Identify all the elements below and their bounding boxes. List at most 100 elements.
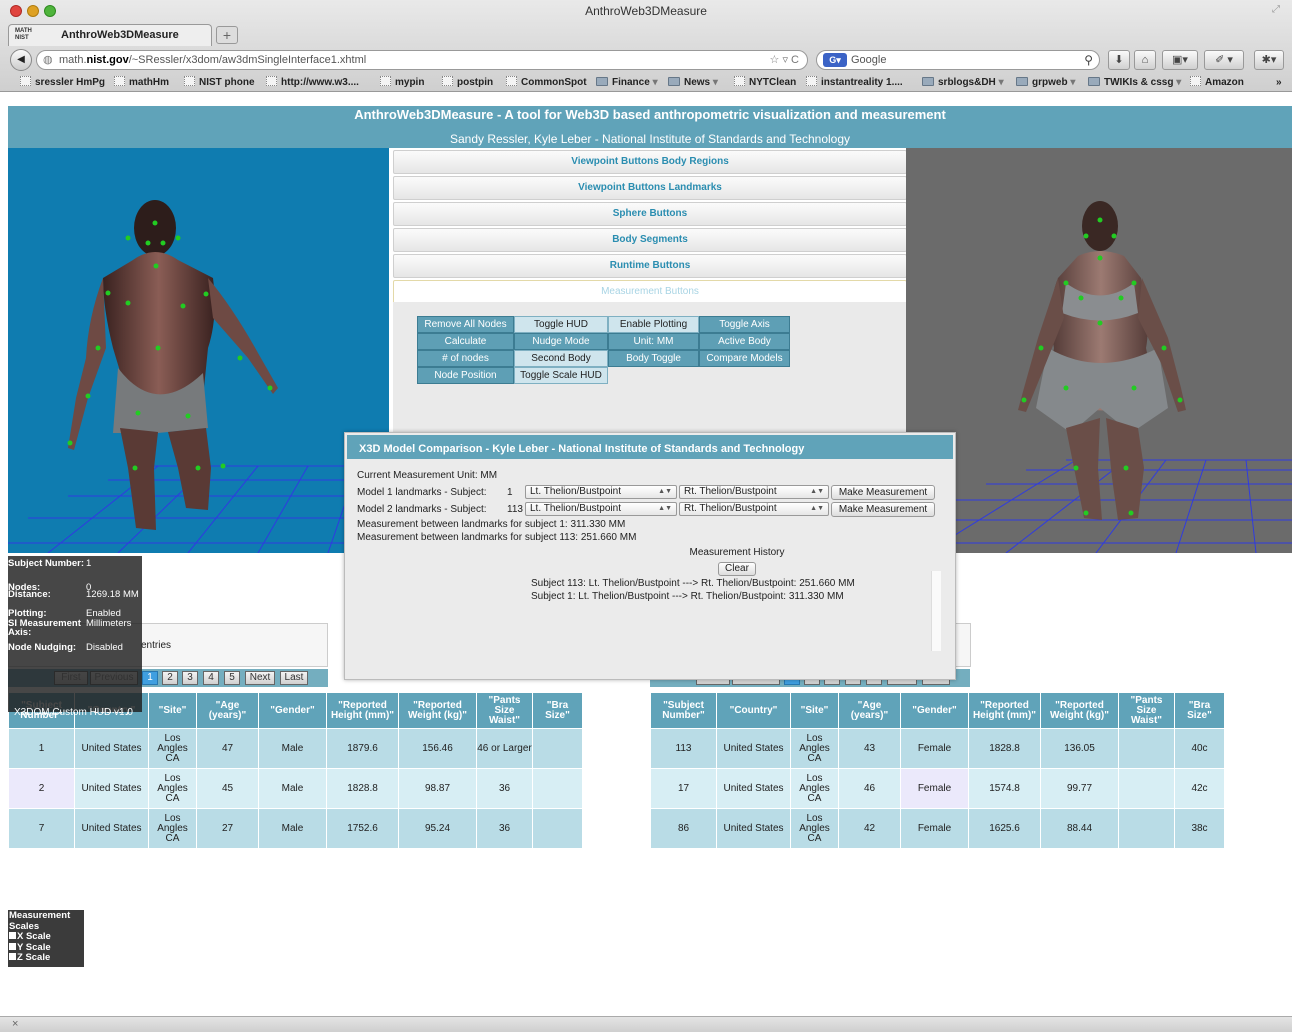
column-header[interactable]: "Reported Weight (kg)" <box>1040 692 1119 729</box>
column-header[interactable]: "Country" <box>716 692 791 729</box>
back-button[interactable]: ◀ <box>10 49 32 71</box>
toggle-axis-button[interactable]: Toggle Axis <box>699 316 790 333</box>
table-row[interactable]: 7 United States Los Angles CA 27 Male 1752.6 9… <box>8 808 583 849</box>
x3d-viewport-left[interactable] <box>8 148 389 553</box>
bookmark-7[interactable]: Finance ▾ <box>596 76 658 90</box>
y-scale-checkbox[interactable] <box>9 942 16 950</box>
model2-left-landmark-select[interactable]: Lt. Thelion/Bustpoint ▲▼ <box>525 502 677 516</box>
page-5-button[interactable]: 5 <box>224 671 240 685</box>
page-1-button[interactable]: 1 <box>142 671 158 685</box>
page-2-button[interactable]: 2 <box>162 671 178 685</box>
column-header[interactable]: "Reported Weight (kg)" <box>398 692 477 729</box>
download-button[interactable]: ⬇ <box>1108 50 1130 70</box>
column-header[interactable]: "Site" <box>148 692 197 729</box>
column-header[interactable]: "Age (years)" <box>196 692 259 729</box>
body-toggle-button[interactable]: Body Toggle <box>608 350 699 367</box>
hud-value: Millimeters <box>86 618 132 629</box>
clear-history-button[interactable]: Clear <box>718 562 756 576</box>
z-scale-option[interactable]: Z Scale <box>9 952 84 964</box>
bookmark-0[interactable]: sressler HmPg <box>20 76 105 90</box>
column-header[interactable]: "Reported Height (mm)" <box>968 692 1041 729</box>
enable-plotting-button[interactable]: Enable Plotting <box>608 316 699 333</box>
toggle-scale-hud-button[interactable]: Toggle Scale HUD <box>514 367 608 384</box>
bookmark-9[interactable]: NYTClean <box>734 76 796 90</box>
bookmark-star-icon[interactable]: ☆ <box>770 54 780 66</box>
page-4-button[interactable]: 4 <box>203 671 219 685</box>
remove-all-nodes-button[interactable]: Remove All Nodes <box>417 316 514 333</box>
url-bar[interactable]: ◍ math.nist.gov/~SRessler/x3dom/aw3dmSin… <box>36 50 808 70</box>
bookmark-11[interactable]: srblogs&DH ▾ <box>922 76 1004 90</box>
model1-left-landmark-select[interactable]: Lt. Thelion/Bustpoint ▲▼ <box>525 485 677 499</box>
search-icon[interactable]: ⚲ <box>1084 51 1093 69</box>
bookmark-3[interactable]: http://www.w3.... <box>266 76 359 90</box>
close-window-button[interactable] <box>10 5 22 17</box>
close-addon-bar-icon[interactable]: × <box>12 1018 18 1030</box>
column-header[interactable]: "Bra Size" <box>1174 692 1225 729</box>
bookmark-10[interactable]: instantreality 1.... <box>806 76 903 90</box>
column-header[interactable]: "Bra Size" <box>532 692 583 729</box>
column-header[interactable]: "Age (years)" <box>838 692 901 729</box>
new-tab-button[interactable]: + <box>216 26 238 44</box>
home-button[interactable]: ⌂ <box>1134 50 1156 70</box>
column-header[interactable]: "Site" <box>790 692 839 729</box>
bookmark-4[interactable]: mypin <box>380 76 424 90</box>
active-body-button[interactable]: Active Body <box>699 333 790 350</box>
node-position-button[interactable]: Node Position <box>417 367 514 384</box>
screenshot-button[interactable]: ▣▾ <box>1162 50 1198 70</box>
reload-icon[interactable]: C <box>791 54 799 66</box>
table-row[interactable]: 17 United States Los Angles CA 46 Female 1574… <box>650 768 1225 809</box>
column-header[interactable]: "Pants Size Waist" <box>1118 692 1175 729</box>
page-3-button[interactable]: 3 <box>182 671 198 685</box>
column-header[interactable]: "Subject Number" <box>650 692 717 729</box>
num-nodes-button[interactable]: # of nodes <box>417 350 514 367</box>
model1-right-landmark-select[interactable]: Rt. Thelion/Bustpoint ▲▼ <box>679 485 829 499</box>
column-header[interactable]: "Reported Height (mm)" <box>326 692 399 729</box>
accordion-measurement-buttons[interactable]: Measurement Buttons <box>393 280 907 304</box>
table-cell: 46 or Larger <box>476 728 533 769</box>
more-bookmarks-icon[interactable]: » <box>1276 76 1282 90</box>
x-scale-checkbox[interactable] <box>9 932 16 939</box>
column-header[interactable]: "Gender" <box>258 692 327 729</box>
bookmark-13[interactable]: TWIKIs & cssg ▾ <box>1088 76 1181 90</box>
bookmark-14[interactable]: Amazon <box>1190 76 1244 90</box>
addon-button[interactable]: ✐ ▾ <box>1204 50 1244 70</box>
last-page-button[interactable]: Last <box>280 671 308 685</box>
table-row[interactable]: 86 United States Los Angles CA 42 Female 1625… <box>650 808 1225 849</box>
calculate-button[interactable]: Calculate <box>417 333 514 350</box>
accordion-body-segments[interactable]: Body Segments <box>393 228 907 252</box>
accordion-runtime-buttons[interactable]: Runtime Buttons <box>393 254 907 278</box>
toggle-hud-button[interactable]: Toggle HUD <box>514 316 608 333</box>
bookmark-5[interactable]: postpin <box>442 76 493 90</box>
table-row[interactable]: 113 United States Los Angles CA 43 Female 182… <box>650 728 1225 769</box>
bookmark-8[interactable]: News ▾ <box>668 76 718 90</box>
column-header[interactable]: "Gender" <box>900 692 969 729</box>
z-scale-checkbox[interactable] <box>9 953 16 960</box>
tab-anthroweb3dmeasure[interactable]: MATH NIST AnthroWeb3DMeasure <box>8 24 212 46</box>
nudge-mode-button[interactable]: Nudge Mode <box>514 333 608 350</box>
bookmark-1[interactable]: mathHm <box>114 76 169 90</box>
dropdown-icon[interactable]: ▿ <box>782 54 788 66</box>
bookmark-12[interactable]: grpweb ▾ <box>1016 76 1075 90</box>
model2-make-measurement-button[interactable]: Make Measurement <box>831 502 935 517</box>
column-header[interactable]: "Pants Size Waist" <box>476 692 533 729</box>
unit-button[interactable]: Unit: MM <box>608 333 699 350</box>
accordion-sphere-buttons[interactable]: Sphere Buttons <box>393 202 907 226</box>
fullscreen-icon[interactable]: ⤢ <box>1272 4 1280 15</box>
accordion-viewpoint-body-regions[interactable]: Viewpoint Buttons Body Regions <box>393 150 907 174</box>
model2-right-landmark-select[interactable]: Rt. Thelion/Bustpoint ▲▼ <box>679 502 829 516</box>
table-row[interactable]: 2 United States Los Angles CA 45 Male 1828.8 9… <box>8 768 583 809</box>
x3d-viewport-right[interactable] <box>906 148 1292 553</box>
search-input[interactable]: G▾ Google ⚲ <box>816 50 1100 70</box>
history-scrollbar[interactable] <box>931 571 941 651</box>
compare-models-button[interactable]: Compare Models <box>699 350 790 367</box>
menu-button[interactable]: ✱▾ <box>1254 50 1284 70</box>
table-row[interactable]: 1 United States Los Angles CA 47 Male 1879.6 1… <box>8 728 583 769</box>
minimize-window-button[interactable] <box>27 5 39 17</box>
model1-make-measurement-button[interactable]: Make Measurement <box>831 485 935 500</box>
accordion-viewpoint-landmarks[interactable]: Viewpoint Buttons Landmarks <box>393 176 907 200</box>
next-page-button[interactable]: Next <box>245 671 275 685</box>
zoom-window-button[interactable] <box>44 5 56 17</box>
bookmark-6[interactable]: CommonSpot <box>506 76 587 90</box>
second-body-button[interactable]: Second Body <box>514 350 608 367</box>
bookmark-2[interactable]: NIST phone <box>184 76 255 90</box>
